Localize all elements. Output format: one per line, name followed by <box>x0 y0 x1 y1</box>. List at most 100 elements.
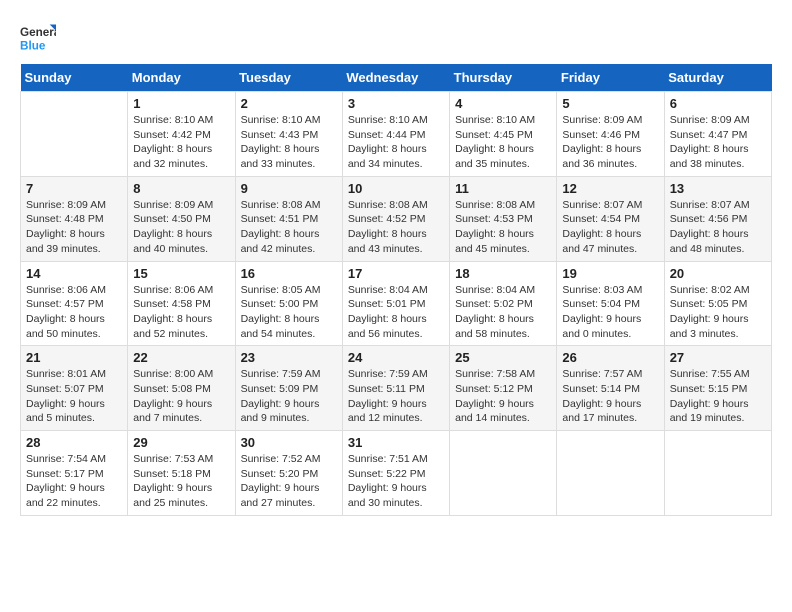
calendar-cell: 5 Sunrise: 8:09 AM Sunset: 4:46 PM Daylig… <box>557 92 664 177</box>
day-detail: Sunrise: 7:54 AM Sunset: 5:17 PM Dayligh… <box>26 452 122 511</box>
day-number: 19 <box>562 266 658 281</box>
day-detail: Sunrise: 8:09 AM Sunset: 4:48 PM Dayligh… <box>26 198 122 257</box>
calendar-cell: 14 Sunrise: 8:06 AM Sunset: 4:57 PM Dayli… <box>21 261 128 346</box>
calendar-cell <box>557 431 664 516</box>
calendar-cell: 7 Sunrise: 8:09 AM Sunset: 4:48 PM Daylig… <box>21 176 128 261</box>
day-number: 4 <box>455 96 551 111</box>
logo: GeneralBlue <box>20 20 56 56</box>
page-header: GeneralBlue <box>20 20 772 56</box>
day-detail: Sunrise: 8:08 AM Sunset: 4:51 PM Dayligh… <box>241 198 337 257</box>
day-detail: Sunrise: 8:04 AM Sunset: 5:02 PM Dayligh… <box>455 283 551 342</box>
day-detail: Sunrise: 8:08 AM Sunset: 4:53 PM Dayligh… <box>455 198 551 257</box>
weekday-header: Tuesday <box>235 64 342 92</box>
day-number: 17 <box>348 266 444 281</box>
day-number: 8 <box>133 181 229 196</box>
day-number: 21 <box>26 350 122 365</box>
weekday-header-row: SundayMondayTuesdayWednesdayThursdayFrid… <box>21 64 772 92</box>
day-detail: Sunrise: 8:01 AM Sunset: 5:07 PM Dayligh… <box>26 367 122 426</box>
day-detail: Sunrise: 8:02 AM Sunset: 5:05 PM Dayligh… <box>670 283 766 342</box>
day-detail: Sunrise: 8:10 AM Sunset: 4:44 PM Dayligh… <box>348 113 444 172</box>
calendar-cell: 25 Sunrise: 7:58 AM Sunset: 5:12 PM Dayli… <box>450 346 557 431</box>
calendar-cell: 28Sunrise: 7:54 AM Sunset: 5:17 PM Dayli… <box>21 431 128 516</box>
day-detail: Sunrise: 8:04 AM Sunset: 5:01 PM Dayligh… <box>348 283 444 342</box>
calendar-cell: 22Sunrise: 8:00 AM Sunset: 5:08 PM Dayli… <box>128 346 235 431</box>
day-detail: Sunrise: 8:07 AM Sunset: 4:54 PM Dayligh… <box>562 198 658 257</box>
calendar-cell: 27 Sunrise: 7:55 AM Sunset: 5:15 PM Dayli… <box>664 346 771 431</box>
day-number: 2 <box>241 96 337 111</box>
day-number: 7 <box>26 181 122 196</box>
day-number: 24 <box>348 350 444 365</box>
day-number: 6 <box>670 96 766 111</box>
day-number: 27 <box>670 350 766 365</box>
calendar-cell: 11Sunrise: 8:08 AM Sunset: 4:53 PM Dayli… <box>450 176 557 261</box>
day-number: 26 <box>562 350 658 365</box>
svg-text:General: General <box>20 26 56 39</box>
day-detail: Sunrise: 7:55 AM Sunset: 5:15 PM Dayligh… <box>670 367 766 426</box>
calendar-cell <box>664 431 771 516</box>
weekday-header: Wednesday <box>342 64 449 92</box>
day-detail: Sunrise: 8:06 AM Sunset: 4:57 PM Dayligh… <box>26 283 122 342</box>
calendar-cell: 10 Sunrise: 8:08 AM Sunset: 4:52 PM Dayli… <box>342 176 449 261</box>
calendar-week-row: 21 Sunrise: 8:01 AM Sunset: 5:07 PM Dayli… <box>21 346 772 431</box>
calendar-cell: 8Sunrise: 8:09 AM Sunset: 4:50 PM Daylig… <box>128 176 235 261</box>
day-detail: Sunrise: 8:10 AM Sunset: 4:42 PM Dayligh… <box>133 113 229 172</box>
calendar-cell: 16Sunrise: 8:05 AM Sunset: 5:00 PM Dayli… <box>235 261 342 346</box>
day-detail: Sunrise: 8:03 AM Sunset: 5:04 PM Dayligh… <box>562 283 658 342</box>
day-detail: Sunrise: 7:59 AM Sunset: 5:11 PM Dayligh… <box>348 367 444 426</box>
calendar-week-row: 7 Sunrise: 8:09 AM Sunset: 4:48 PM Daylig… <box>21 176 772 261</box>
weekday-header: Thursday <box>450 64 557 92</box>
calendar-cell: 13Sunrise: 8:07 AM Sunset: 4:56 PM Dayli… <box>664 176 771 261</box>
calendar-cell: 4Sunrise: 8:10 AM Sunset: 4:45 PM Daylig… <box>450 92 557 177</box>
calendar-cell: 24 Sunrise: 7:59 AM Sunset: 5:11 PM Dayli… <box>342 346 449 431</box>
weekday-header: Friday <box>557 64 664 92</box>
calendar-week-row: 28Sunrise: 7:54 AM Sunset: 5:17 PM Dayli… <box>21 431 772 516</box>
calendar-cell: 18 Sunrise: 8:04 AM Sunset: 5:02 PM Dayli… <box>450 261 557 346</box>
calendar-cell: 23 Sunrise: 7:59 AM Sunset: 5:09 PM Dayli… <box>235 346 342 431</box>
day-number: 20 <box>670 266 766 281</box>
day-number: 5 <box>562 96 658 111</box>
calendar-cell: 30 Sunrise: 7:52 AM Sunset: 5:20 PM Dayli… <box>235 431 342 516</box>
day-number: 14 <box>26 266 122 281</box>
day-detail: Sunrise: 7:51 AM Sunset: 5:22 PM Dayligh… <box>348 452 444 511</box>
day-detail: Sunrise: 7:57 AM Sunset: 5:14 PM Dayligh… <box>562 367 658 426</box>
day-number: 31 <box>348 435 444 450</box>
calendar-week-row: 1Sunrise: 8:10 AM Sunset: 4:42 PM Daylig… <box>21 92 772 177</box>
day-number: 15 <box>133 266 229 281</box>
calendar-cell: 20 Sunrise: 8:02 AM Sunset: 5:05 PM Dayli… <box>664 261 771 346</box>
day-detail: Sunrise: 7:53 AM Sunset: 5:18 PM Dayligh… <box>133 452 229 511</box>
calendar-cell: 29Sunrise: 7:53 AM Sunset: 5:18 PM Dayli… <box>128 431 235 516</box>
weekday-header: Saturday <box>664 64 771 92</box>
day-detail: Sunrise: 8:10 AM Sunset: 4:43 PM Dayligh… <box>241 113 337 172</box>
day-number: 18 <box>455 266 551 281</box>
calendar-cell: 21 Sunrise: 8:01 AM Sunset: 5:07 PM Dayli… <box>21 346 128 431</box>
calendar-week-row: 14 Sunrise: 8:06 AM Sunset: 4:57 PM Dayli… <box>21 261 772 346</box>
day-number: 22 <box>133 350 229 365</box>
calendar-cell: 15Sunrise: 8:06 AM Sunset: 4:58 PM Dayli… <box>128 261 235 346</box>
calendar-cell <box>21 92 128 177</box>
day-detail: Sunrise: 7:58 AM Sunset: 5:12 PM Dayligh… <box>455 367 551 426</box>
day-number: 23 <box>241 350 337 365</box>
calendar-cell: 12 Sunrise: 8:07 AM Sunset: 4:54 PM Dayli… <box>557 176 664 261</box>
calendar-cell: 31 Sunrise: 7:51 AM Sunset: 5:22 PM Dayli… <box>342 431 449 516</box>
day-detail: Sunrise: 8:07 AM Sunset: 4:56 PM Dayligh… <box>670 198 766 257</box>
weekday-header: Monday <box>128 64 235 92</box>
calendar-cell: 19 Sunrise: 8:03 AM Sunset: 5:04 PM Dayli… <box>557 261 664 346</box>
svg-text:Blue: Blue <box>20 40 46 53</box>
day-number: 10 <box>348 181 444 196</box>
day-number: 16 <box>241 266 337 281</box>
day-number: 30 <box>241 435 337 450</box>
calendar-cell <box>450 431 557 516</box>
calendar-cell: 6Sunrise: 8:09 AM Sunset: 4:47 PM Daylig… <box>664 92 771 177</box>
weekday-header: Sunday <box>21 64 128 92</box>
calendar-cell: 26 Sunrise: 7:57 AM Sunset: 5:14 PM Dayli… <box>557 346 664 431</box>
day-detail: Sunrise: 8:08 AM Sunset: 4:52 PM Dayligh… <box>348 198 444 257</box>
logo-icon: GeneralBlue <box>20 20 56 56</box>
day-number: 25 <box>455 350 551 365</box>
day-detail: Sunrise: 7:52 AM Sunset: 5:20 PM Dayligh… <box>241 452 337 511</box>
day-number: 12 <box>562 181 658 196</box>
day-detail: Sunrise: 7:59 AM Sunset: 5:09 PM Dayligh… <box>241 367 337 426</box>
calendar-cell: 1Sunrise: 8:10 AM Sunset: 4:42 PM Daylig… <box>128 92 235 177</box>
calendar-table: SundayMondayTuesdayWednesdayThursdayFrid… <box>20 64 772 516</box>
day-detail: Sunrise: 8:09 AM Sunset: 4:46 PM Dayligh… <box>562 113 658 172</box>
calendar-cell: 2 Sunrise: 8:10 AM Sunset: 4:43 PM Daylig… <box>235 92 342 177</box>
